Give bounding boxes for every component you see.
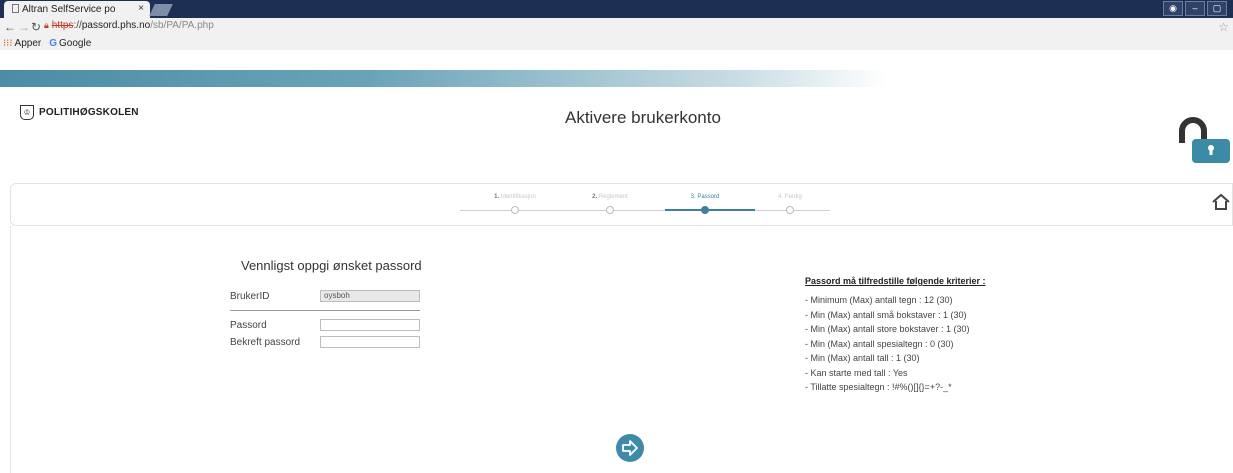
- browser-toolbar: ← → ↻ 🔒︎ https://passord.phs.no/sb/PA/PA.…: [0, 18, 1233, 50]
- bookmark-star-icon[interactable]: ☆: [1218, 20, 1229, 34]
- url-domain: passord.phs.no: [81, 20, 151, 31]
- forward-icon[interactable]: →: [18, 20, 30, 34]
- form-title: Vennligst oppgi ønsket passord: [241, 258, 422, 273]
- criteria-item: - Minimum (Max) antall tegn : 12 (30): [805, 295, 953, 305]
- browser-titlebar: Altran SelfService po × ◉ – ▢: [0, 0, 1233, 18]
- userid-label: BrukerID: [230, 291, 270, 302]
- bookmarks-bar: ⁝⁝⁝ Apper G Google: [3, 38, 91, 49]
- url-separator: ://: [73, 20, 82, 31]
- bookmark-label: Google: [59, 38, 92, 49]
- google-g-icon: G: [49, 38, 58, 49]
- wizard-step-1: 1. Identifikasjon: [494, 194, 536, 200]
- maximize-icon[interactable]: ▢: [1207, 1, 1227, 16]
- home-icon[interactable]: [1212, 193, 1230, 211]
- next-button[interactable]: [616, 434, 644, 462]
- crest-icon: ♔: [20, 105, 34, 120]
- criteria-list: - Minimum (Max) antall tegn : 12 (30) - …: [805, 293, 970, 395]
- padlock-open-icon: [1179, 117, 1230, 163]
- url-scheme: https: [51, 20, 74, 31]
- wizard-step-4: 4. Ferdig: [778, 194, 802, 200]
- bookmark-google[interactable]: G Google: [49, 38, 91, 49]
- url-path: /sb/PA/PA.php: [150, 20, 214, 31]
- page-icon: [12, 4, 19, 13]
- userid-field: oysboh: [320, 290, 420, 302]
- criteria-item: - Min (Max) antall små bokstaver : 1 (30…: [805, 309, 967, 320]
- address-bar[interactable]: 🔒︎ https://passord.phs.no/sb/PA/PA.php: [44, 20, 214, 31]
- apps-grid-icon: ⁝⁝⁝: [3, 38, 13, 49]
- minimize-icon[interactable]: –: [1185, 1, 1205, 16]
- user-icon[interactable]: ◉: [1163, 1, 1183, 16]
- insecure-lock-icon: 🔒︎: [44, 20, 49, 30]
- wizard-dot-2: [606, 206, 614, 214]
- criteria-title: Passord må tilfredstille følgende kriter…: [805, 276, 986, 286]
- logo: ♔ POLITIHØGSKOLEN: [20, 105, 139, 120]
- new-tab-button[interactable]: [149, 4, 173, 16]
- bookmark-apps[interactable]: ⁝⁝⁝ Apper: [3, 38, 41, 49]
- criteria-item: - Min (Max) antall store bokstaver : 1 (…: [805, 324, 970, 334]
- criteria-item: - Min (Max) antall spesialtegn : 0 (30): [805, 338, 954, 349]
- wizard-dot-3: [701, 206, 709, 214]
- window-controls: ◉ – ▢: [1163, 1, 1227, 16]
- back-icon[interactable]: ←: [4, 20, 16, 34]
- criteria-item: - Tillatte spesialtegn : !#%()[]{}=+?-_*: [805, 382, 952, 392]
- reload-icon[interactable]: ↻: [31, 20, 41, 34]
- wizard-dot-4: [786, 206, 794, 214]
- wizard-track-active: [665, 209, 755, 211]
- page-title: Aktivere brukerkonto: [565, 108, 721, 127]
- password-label: Passord: [230, 320, 267, 331]
- header-banner: [0, 70, 1233, 87]
- wizard-steps: 1. Identifikasjon 2. Reglement 3. Passor…: [460, 194, 830, 224]
- criteria-item: - Kan starte med tall : Yes: [805, 367, 908, 378]
- wizard-bar: 1. Identifikasjon 2. Reglement 3. Passor…: [10, 183, 1233, 226]
- tab-title: Altran SelfService po: [22, 4, 116, 15]
- wizard-dot-1: [511, 206, 519, 214]
- wizard-step-3: 3. Passord: [690, 194, 720, 200]
- confirm-password-label: Bekreft passord: [230, 337, 301, 348]
- criteria-item: - Min (Max) antall tall : 1 (30): [805, 353, 920, 363]
- tab-close-icon[interactable]: ×: [138, 3, 144, 14]
- logo-text: POLITIHØGSKOLEN: [39, 107, 139, 118]
- browser-tab[interactable]: Altran SelfService po ×: [4, 1, 150, 18]
- password-input[interactable]: [320, 319, 420, 331]
- content-border: [10, 226, 11, 473]
- confirm-password-input[interactable]: [320, 336, 420, 348]
- arrow-right-icon: [622, 440, 638, 456]
- bookmark-label: Apper: [14, 38, 42, 49]
- wizard-step-2: 2. Reglement: [592, 194, 628, 200]
- form-divider: [230, 310, 420, 311]
